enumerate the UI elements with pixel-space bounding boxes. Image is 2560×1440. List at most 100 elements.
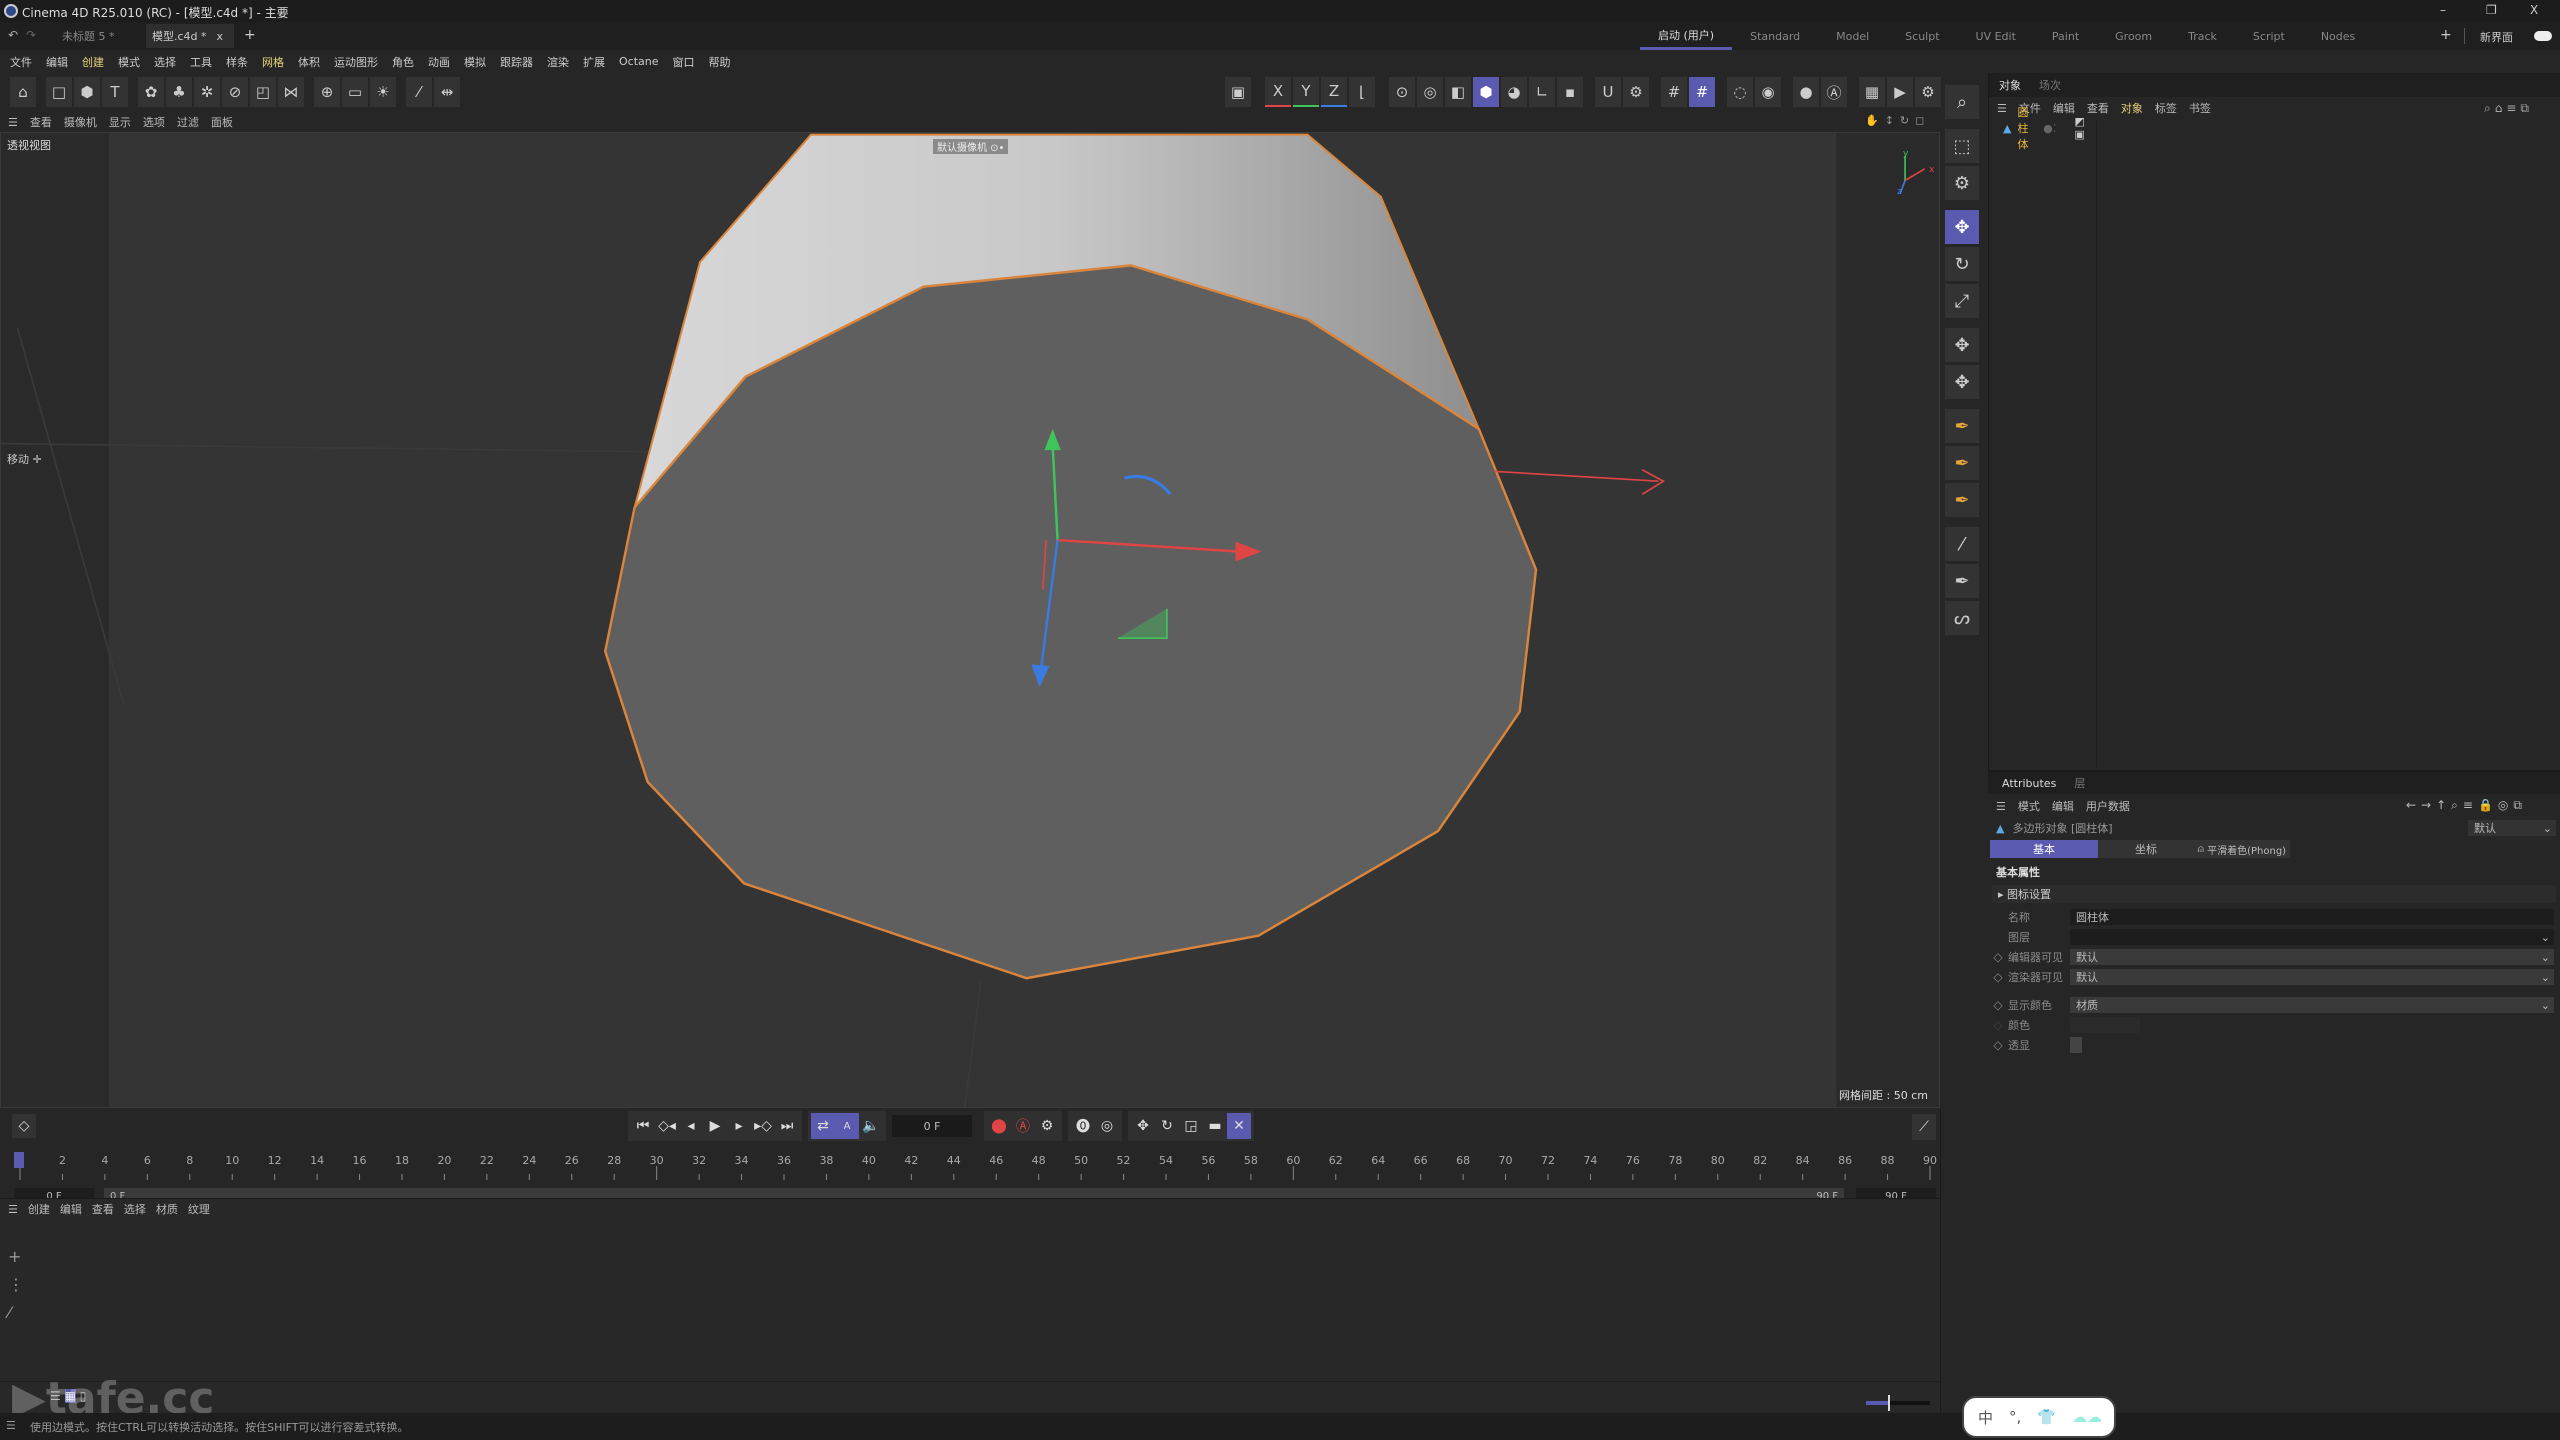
key-scale-icon[interactable]: ◲ [1179,1113,1203,1139]
viewport-menu-item[interactable]: 过滤 [177,114,199,130]
menu-item[interactable]: 文件 [10,54,32,70]
subtab-basic[interactable]: 基本 [1990,840,2098,858]
subtab-coords[interactable]: 坐标 [2098,840,2194,858]
attr-menu-item[interactable]: 用户数据 [2086,798,2130,814]
move-mode-b-icon[interactable]: ✥ [1945,365,1979,399]
restore-button[interactable]: ❐ [2486,3,2497,17]
material-menu-item[interactable]: 纹理 [188,1201,210,1217]
animate-diamond-icon[interactable]: ◇ [1988,1038,2008,1052]
field-value[interactable]: 默认 ⌄ [2070,969,2554,985]
loop-icon[interactable]: ⇄ [811,1113,835,1139]
om-menu-item[interactable]: 标签 [2155,100,2177,116]
field-value[interactable]: ⌄ [2070,929,2554,945]
environment-icon[interactable]: ⊕ [314,77,340,107]
icon-settings-group[interactable]: ▸ 图标设置 [1992,885,2556,903]
menu-item[interactable]: 样条 [226,54,248,70]
theme-toggle[interactable] [2534,31,2552,41]
key-lock-icon[interactable]: ⓿ [1071,1113,1095,1139]
pen-a-icon[interactable]: ⁄ [406,77,432,107]
text-icon[interactable]: T [102,77,128,107]
prev-frame-icon[interactable]: ◂ [679,1113,703,1139]
world-coords-icon[interactable]: ⌊ [1349,77,1375,107]
animate-diamond-icon[interactable]: ◇ [1988,970,2008,984]
close-button[interactable]: X [2530,3,2538,17]
field-value[interactable]: 材质 ⌄ [2070,997,2554,1013]
camera-icon[interactable]: ▭ [342,77,368,107]
points-mode-icon[interactable]: ⊙ [1389,77,1415,107]
menu-item[interactable]: 模拟 [464,54,486,70]
render-queue-icon[interactable]: ▶ [1887,77,1913,107]
menu-item[interactable]: 模式 [118,54,140,70]
selection-settings-icon[interactable]: ⚙ [1945,166,1979,200]
sketch-icon[interactable]: ᔕ [1945,601,1979,635]
menu-item[interactable]: 角色 [392,54,414,70]
preset-dropdown[interactable]: 默认 ⌄ [2468,820,2556,836]
autokey-icon[interactable]: A [835,1113,859,1139]
menu-item[interactable]: 选择 [154,54,176,70]
cloner-icon[interactable]: ♣ [166,77,192,107]
menu-item[interactable]: 运动图形 [334,54,378,70]
new-layout-button[interactable]: 新界面 [2480,29,2513,45]
viewport-menu-item[interactable]: 显示 [109,114,131,130]
workplane-icon[interactable]: ▪ [1557,77,1583,107]
menu-item[interactable]: 编辑 [46,54,68,70]
animate-diamond-icon[interactable]: ◇ [1988,930,2008,944]
render-settings-icon[interactable]: ▦ [1859,77,1885,107]
render-active-icon[interactable]: Ⓐ [1821,77,1847,107]
cube-icon[interactable]: □ [46,77,72,107]
spline-pen-multi-icon[interactable]: ✒ [1945,483,1979,517]
viewport-nav-icons[interactable]: ✋↕↻◻ [1865,114,1930,127]
om-menu-item[interactable]: 查看 [2087,100,2109,116]
material-menu-item[interactable]: 查看 [92,1201,114,1217]
pen-line-icon[interactable]: ✒ [1945,564,1979,598]
attr-nav-icons[interactable]: ←→↑⌕≡🔒◎⧉ [2406,798,2527,813]
om-toolbar-icons[interactable]: ⌕⌂≡⧉ [2484,101,2533,116]
axis-lock-y[interactable]: Y [1293,77,1319,107]
next-key-icon[interactable]: ▸◇ [751,1113,775,1139]
material-menu-item[interactable]: 材质 [156,1201,178,1217]
attr-menu-item[interactable]: 模式 [2018,798,2040,814]
view-name[interactable]: 透视视图 [7,137,51,153]
key-settings-icon[interactable]: ⚙ [1035,1113,1059,1139]
spline-pen-icon[interactable]: ✒ [1945,409,1979,443]
scale-icon[interactable]: ⤢ [1945,284,1979,318]
axis-lock-z[interactable]: Z [1321,77,1347,107]
subtab-phong[interactable]: ⍝ 平滑着色(Phong) [2194,840,2290,858]
zoom-slider[interactable] [1866,1395,1930,1411]
menu-item[interactable]: 动画 [428,54,450,70]
pen-b-icon[interactable]: ⇹ [434,77,460,107]
sound-icon[interactable]: 🔈 [859,1113,883,1139]
om-menu-item[interactable]: 对象 [2121,100,2143,116]
minimize-button[interactable]: – [2440,3,2446,17]
menu-item[interactable]: 跟踪器 [500,54,533,70]
keyframe-icon[interactable]: ◇ [12,1114,36,1138]
material-menu-item[interactable]: 创建 [28,1201,50,1217]
hamburger-icon[interactable]: ☰ [6,1419,16,1432]
layout-tab[interactable]: Model [1818,22,1887,50]
magnet-icon[interactable]: Ս [1595,77,1621,107]
ime-widget[interactable]: 中 °, 👕 ☁☁ [1962,1396,2116,1438]
go-start-icon[interactable]: ⏮ [631,1113,655,1139]
axis-mode-icon[interactable]: ∟ [1529,77,1555,107]
move-mode-a-icon[interactable]: ✥ [1945,328,1979,362]
hamburger-icon[interactable]: ☰ [1996,800,2006,813]
prev-key-icon[interactable]: ◇◂ [655,1113,679,1139]
camera-label[interactable]: 默认摄像机 ⊙• [933,139,1009,154]
render-view-icon[interactable]: ● [1793,77,1819,107]
om-menu-item[interactable]: 书签 [2189,100,2211,116]
field-value[interactable] [2070,1017,2140,1033]
attr-menu-item[interactable]: 编辑 [2052,798,2074,814]
menu-item[interactable]: 帮助 [709,54,731,70]
field-icon[interactable]: ⋈ [278,77,304,107]
grid-icon[interactable]: # [1661,77,1687,107]
animate-diamond-icon[interactable]: ◇ [1988,1018,2008,1032]
layout-tab[interactable]: Paint [2034,22,2097,50]
layout-tab[interactable]: UV Edit [1958,22,2034,50]
render-more-icon[interactable]: ⚙ [1915,77,1941,107]
add-layout-button[interactable]: + [2440,27,2452,43]
subdivision-icon[interactable]: ✿ [138,77,164,107]
key-rotate-icon[interactable]: ◎ [1095,1113,1119,1139]
viewport-menu-item[interactable]: 面板 [211,114,233,130]
tab-objects[interactable]: 对象 [1999,77,2021,93]
snap-settings-icon[interactable]: ⚙ [1623,77,1649,107]
